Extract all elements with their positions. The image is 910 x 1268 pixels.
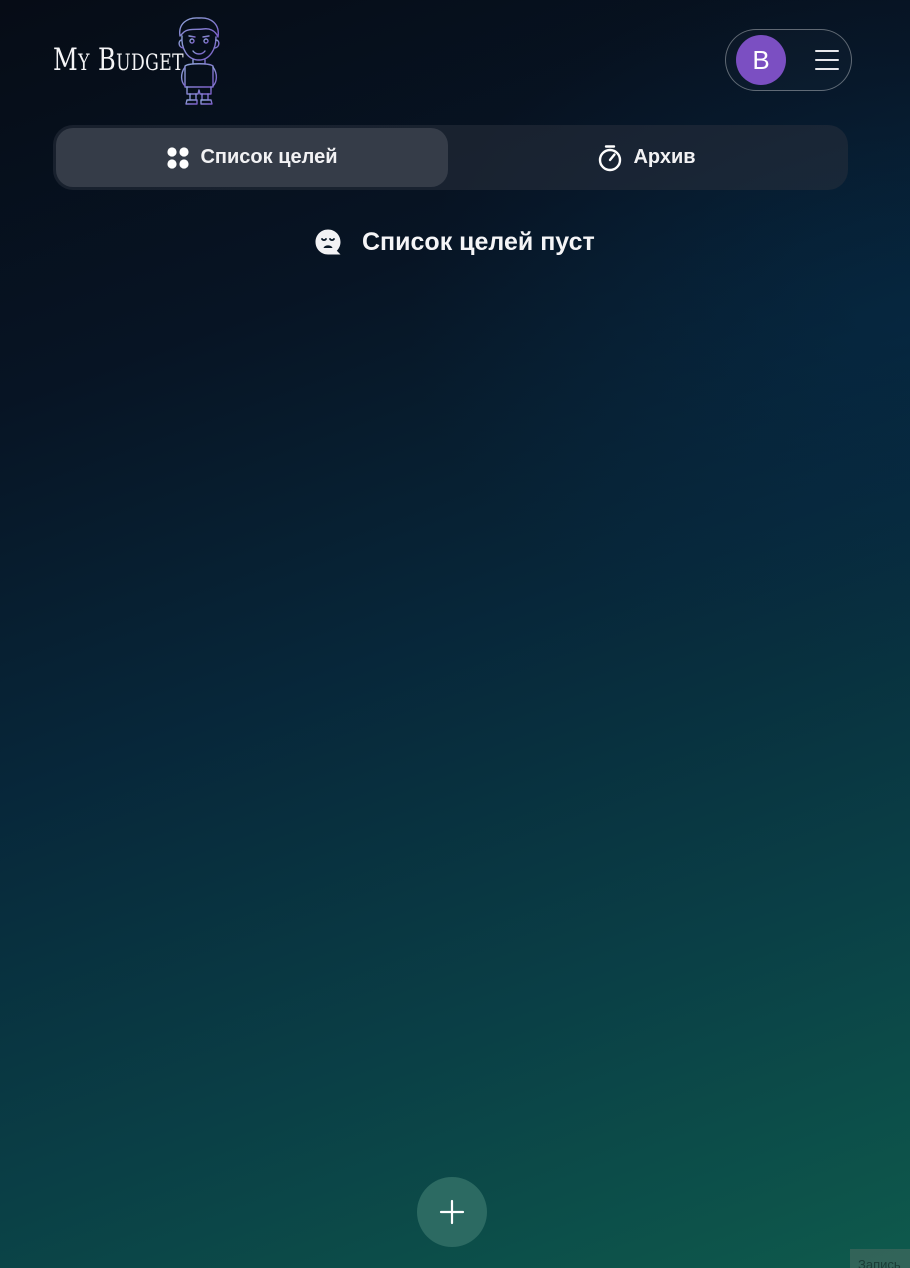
plus-icon <box>439 1199 465 1225</box>
empty-state-text: Список целей пуст <box>362 227 595 256</box>
avatar[interactable]: B <box>736 35 786 85</box>
user-menu-pill[interactable]: B <box>725 29 852 91</box>
boy-mascot-icon <box>178 17 220 105</box>
tab-goals-list[interactable]: Список целей <box>56 128 448 187</box>
app-logo[interactable]: My Budget <box>53 14 225 106</box>
hamburger-menu-icon[interactable] <box>815 50 839 70</box>
tab-archive-label: Архив <box>633 146 696 168</box>
corner-record-badge[interactable]: Запись <box>850 1249 910 1268</box>
add-goal-button[interactable] <box>417 1177 487 1247</box>
four-dots-icon <box>167 146 190 169</box>
stopwatch-icon <box>599 144 622 171</box>
tab-archive[interactable]: Архив <box>448 128 845 187</box>
corner-badge-text: Запись <box>858 1257 901 1268</box>
sad-face-bubble-icon <box>315 229 341 255</box>
logo-text: My Budget <box>53 42 184 78</box>
tab-goals-label: Список целей <box>200 146 338 168</box>
empty-state: Список целей пуст <box>314 222 595 262</box>
tab-bar: Список целей Архив <box>53 125 848 190</box>
